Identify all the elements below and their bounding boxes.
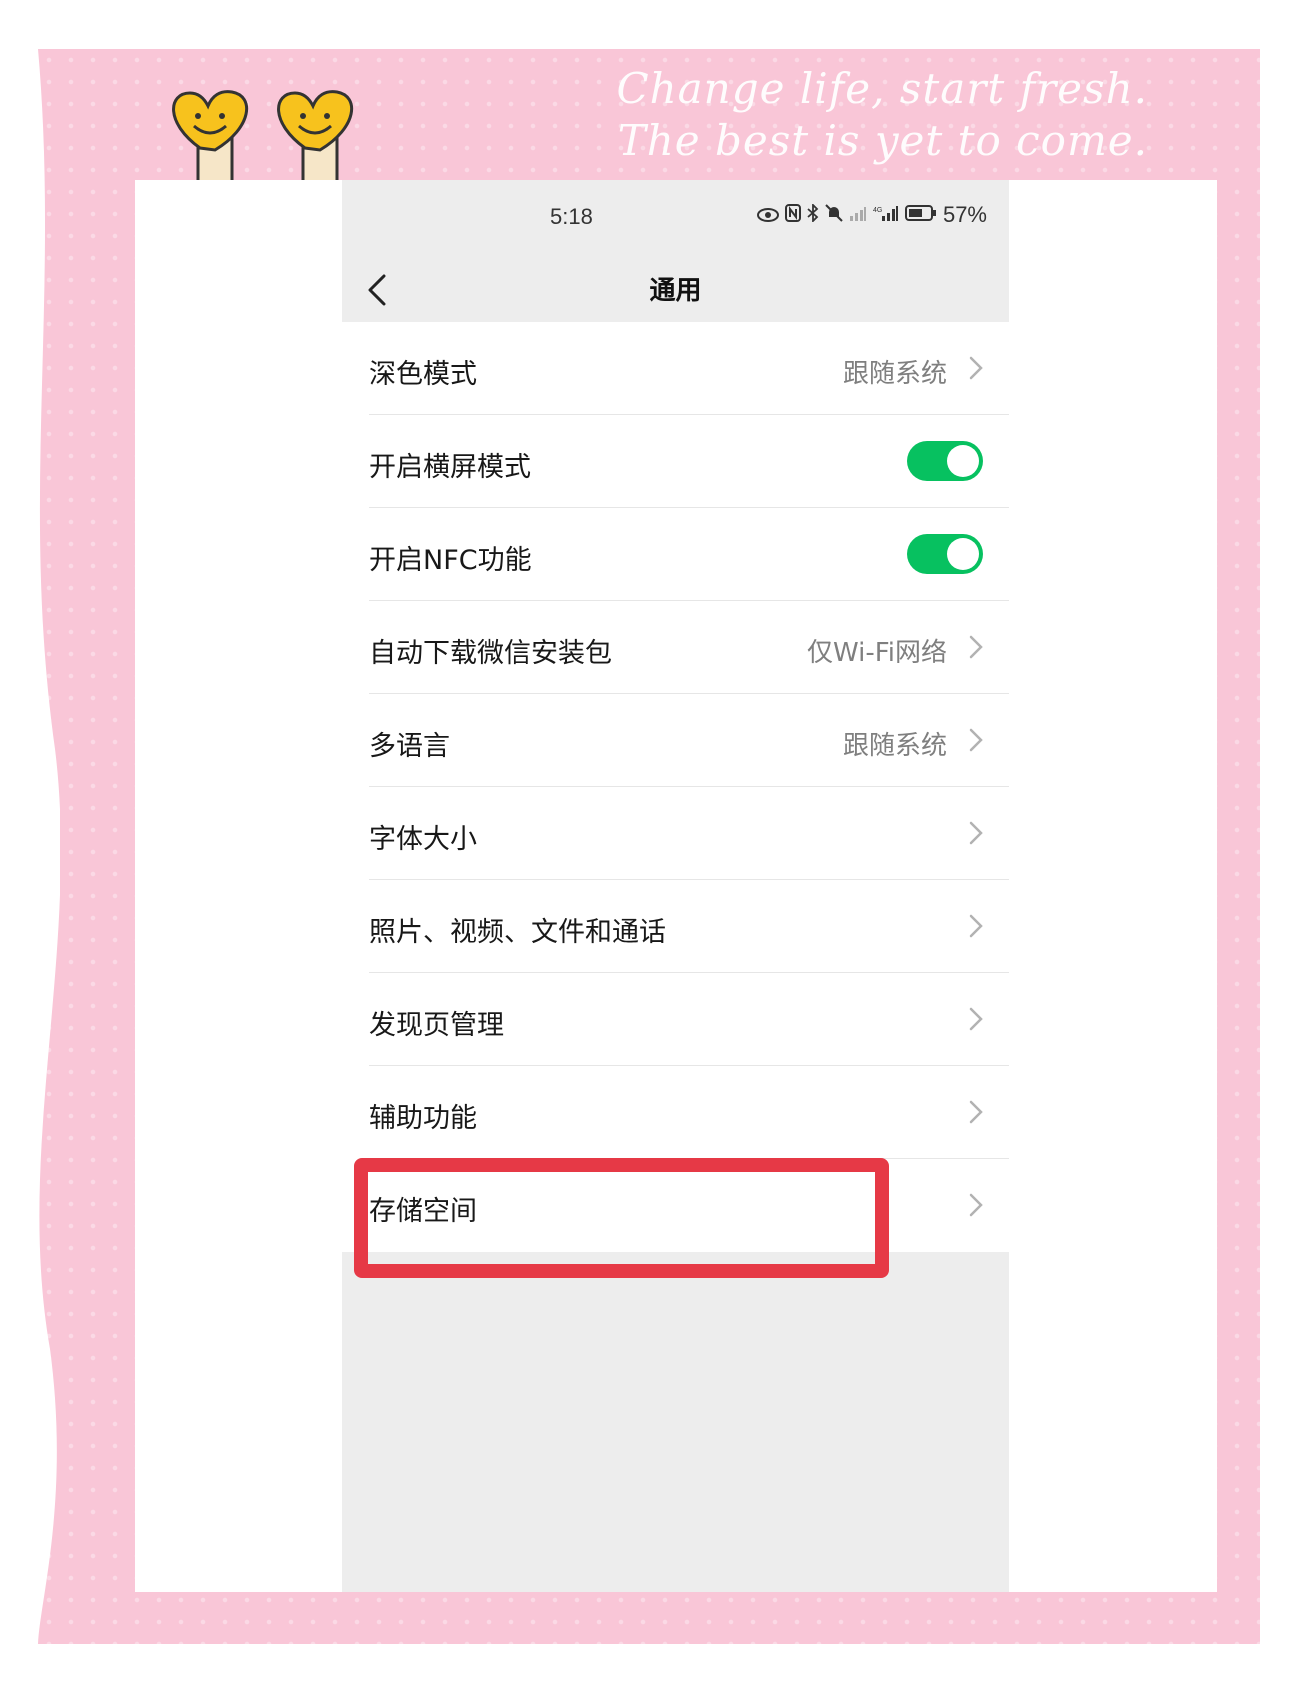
setting-storage[interactable]: 存储空间: [342, 1159, 1009, 1252]
setting-label: 辅助功能: [369, 1103, 477, 1134]
chevron-right-icon: [969, 635, 983, 659]
status-icons: 4G 57%: [756, 202, 987, 228]
chevron-right-icon: [969, 1100, 983, 1124]
landscape-toggle[interactable]: [907, 441, 983, 481]
toggle-knob: [947, 445, 979, 477]
setting-value: 跟随系统: [842, 359, 947, 389]
setting-label: 深色模式: [369, 359, 477, 390]
signal-2-icon: 4G: [873, 202, 899, 228]
slogan-line-1: Change life, start fresh.: [616, 64, 1148, 113]
setting-auto-download[interactable]: 自动下载微信安装包 仅Wi-Fi网络: [342, 601, 1009, 694]
phone-screen: 5:18 4G 57% 通用 深色模式 跟随系统 开启横屏模式 开启NFC功能 …: [342, 180, 1009, 1592]
setting-label: 照片、视频、文件和通话: [369, 917, 666, 948]
setting-label: 多语言: [369, 731, 450, 762]
status-bar: 5:18 4G 57%: [342, 180, 1009, 256]
setting-dark-mode[interactable]: 深色模式 跟随系统: [342, 322, 1009, 415]
bluetooth-icon: [807, 202, 819, 228]
setting-font-size[interactable]: 字体大小: [342, 787, 1009, 880]
setting-language[interactable]: 多语言 跟随系统: [342, 694, 1009, 787]
page-title: 通用: [649, 276, 702, 306]
setting-label: 发现页管理: [369, 1010, 504, 1041]
nfc-icon: [784, 202, 801, 228]
eye-icon: [756, 202, 779, 228]
chevron-right-icon: [969, 728, 983, 752]
toggle-knob: [947, 538, 979, 570]
setting-discover[interactable]: 发现页管理: [342, 973, 1009, 1066]
chevron-right-icon: [969, 821, 983, 845]
mute-icon: [825, 202, 843, 228]
wavy-border-decoration: [0, 49, 60, 1644]
setting-value: 仅Wi-Fi网络: [806, 638, 947, 668]
setting-media[interactable]: 照片、视频、文件和通话: [342, 880, 1009, 973]
setting-value: 跟随系统: [842, 731, 947, 761]
signal-1-icon: [849, 202, 867, 228]
setting-label: 存储空间: [369, 1196, 477, 1227]
settings-list: 深色模式 跟随系统 开启横屏模式 开启NFC功能 自动下载微信安装包 仅Wi-F…: [342, 322, 1009, 1252]
setting-label: 开启横屏模式: [369, 452, 531, 483]
smiley-heart-icon: [277, 90, 354, 183]
status-time: 5:18: [550, 204, 593, 229]
screenshot-canvas: Change life, start fresh. The best is ye…: [0, 0, 1298, 1690]
svg-text:4G: 4G: [873, 207, 882, 214]
setting-accessibility[interactable]: 辅助功能: [342, 1066, 1009, 1159]
chevron-right-icon: [969, 1193, 983, 1217]
chevron-right-icon: [969, 356, 983, 380]
smiley-heart-icon: [172, 90, 249, 183]
chevron-right-icon: [969, 914, 983, 938]
setting-label: 字体大小: [369, 824, 477, 855]
smiley-hearts-sticker: [172, 90, 354, 183]
setting-nfc: 开启NFC功能: [342, 508, 1009, 601]
setting-landscape-mode: 开启横屏模式: [342, 415, 1009, 508]
chevron-right-icon: [969, 1007, 983, 1031]
nfc-toggle[interactable]: [907, 534, 983, 574]
slogan-line-2: The best is yet to come.: [617, 116, 1148, 165]
setting-label: 开启NFC功能: [369, 545, 532, 576]
battery-icon: [904, 202, 937, 228]
battery-percent: 57%: [942, 202, 987, 227]
setting-label: 自动下载微信安装包: [369, 638, 612, 669]
nav-bar: 通用: [342, 256, 1009, 322]
